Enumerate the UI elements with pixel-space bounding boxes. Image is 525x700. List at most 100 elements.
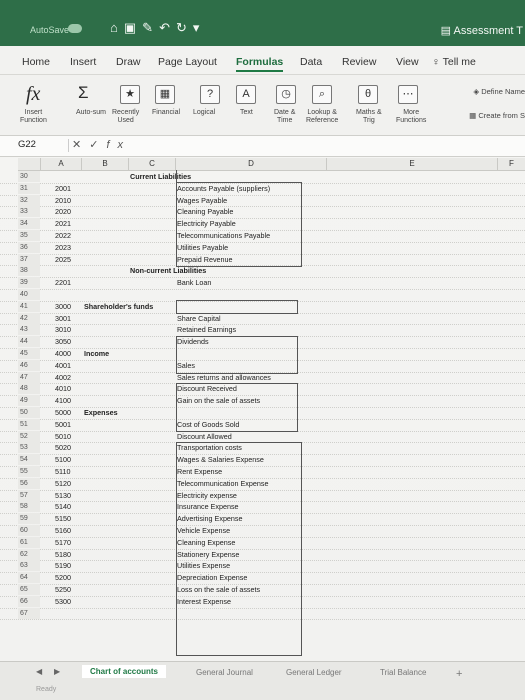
row-number[interactable]: 36 <box>18 241 40 253</box>
cell-a[interactable]: 5250 <box>55 584 71 595</box>
tab-home[interactable]: Home <box>22 56 50 68</box>
cell-a[interactable]: 2201 <box>55 277 71 288</box>
cell-d[interactable]: Bank Loan <box>177 277 211 288</box>
cell-b[interactable]: Shareholder's funds <box>84 301 153 312</box>
cell-a[interactable]: 4100 <box>55 395 71 406</box>
cell-a[interactable]: 2001 <box>55 183 71 194</box>
column-header-d[interactable]: D <box>176 158 327 171</box>
undo-icon[interactable]: ↶ <box>159 20 176 35</box>
lookup-icon[interactable]: ⌕ <box>312 85 332 104</box>
cell-a[interactable]: 5160 <box>55 525 71 536</box>
maths-trig-icon[interactable]: θ <box>358 85 378 104</box>
cell-a[interactable]: 5180 <box>55 549 71 560</box>
row-number[interactable]: 32 <box>18 194 40 206</box>
cell-a[interactable]: 5170 <box>55 537 71 548</box>
cell-a[interactable]: 5300 <box>55 596 71 607</box>
cell-b[interactable]: Income <box>84 348 109 359</box>
define-name-button[interactable]: ◈ Define Name <box>473 87 525 96</box>
name-box[interactable]: G22 <box>18 139 69 152</box>
date-time-icon[interactable]: ◷ <box>276 85 296 104</box>
select-all-corner[interactable] <box>18 158 41 171</box>
row-number[interactable]: 41 <box>18 300 40 312</box>
enter-icon[interactable]: ✓ <box>89 139 106 151</box>
row-number[interactable]: 54 <box>18 454 40 466</box>
prev-sheet-icon[interactable]: ◀ <box>36 667 42 676</box>
cell-a[interactable]: 5001 <box>55 419 71 430</box>
cell-a[interactable]: 4002 <box>55 372 71 383</box>
row-number[interactable]: 46 <box>18 359 40 371</box>
row-number[interactable]: 57 <box>18 489 40 501</box>
row-number[interactable]: 44 <box>18 336 40 348</box>
cell-a[interactable]: 3010 <box>55 324 71 335</box>
row-number[interactable]: 45 <box>18 348 40 359</box>
next-sheet-icon[interactable]: ▶ <box>54 667 60 676</box>
column-header-a[interactable]: A <box>41 158 82 171</box>
edit-icon[interactable]: ✎ <box>142 20 159 35</box>
row-number[interactable]: 64 <box>18 572 40 584</box>
cell-a[interactable]: 3001 <box>55 313 71 324</box>
cell-c[interactable]: Non-current Liabilities <box>130 265 206 276</box>
autosave-toggle[interactable] <box>68 24 82 33</box>
home-icon[interactable]: ⌂ <box>110 20 124 35</box>
tab-insert[interactable]: Insert <box>70 56 96 68</box>
row-number[interactable]: 61 <box>18 536 40 548</box>
row-number[interactable]: 40 <box>18 289 40 300</box>
create-from-selection-button[interactable]: ▦ Create from S <box>469 111 525 120</box>
cell-a[interactable]: 5140 <box>55 501 71 512</box>
tab-data[interactable]: Data <box>300 56 322 68</box>
cell-a[interactable]: 5010 <box>55 431 71 442</box>
row-number[interactable]: 37 <box>18 253 40 265</box>
add-sheet-icon[interactable]: + <box>456 668 462 680</box>
cell-a[interactable]: 2023 <box>55 242 71 253</box>
cell-a[interactable]: 3050 <box>55 336 71 347</box>
tab-view[interactable]: View <box>396 56 419 68</box>
row-number[interactable]: 34 <box>18 218 40 230</box>
row-number[interactable]: 47 <box>18 371 40 383</box>
row-number[interactable]: 53 <box>18 442 40 454</box>
cell-a[interactable]: 5020 <box>55 442 71 453</box>
row-number[interactable]: 58 <box>18 501 40 513</box>
cell-a[interactable]: 5120 <box>55 478 71 489</box>
sheet-tab-trial-balance[interactable]: Trial Balance <box>380 668 426 677</box>
row-number[interactable]: 30 <box>18 171 40 182</box>
cell-a[interactable]: 5200 <box>55 572 71 583</box>
row-number[interactable]: 50 <box>18 407 40 418</box>
row-number[interactable]: 33 <box>18 206 40 218</box>
row-number[interactable]: 43 <box>18 324 40 336</box>
cell-a[interactable]: 5150 <box>55 513 71 524</box>
cell-a[interactable]: 2021 <box>55 218 71 229</box>
cell-a[interactable]: 4010 <box>55 383 71 394</box>
cell-a[interactable]: 2020 <box>55 206 71 217</box>
cancel-icon[interactable]: ✕ <box>72 139 89 151</box>
column-header-f[interactable]: F <box>498 158 525 171</box>
cell-d[interactable]: Share Capital <box>177 313 221 324</box>
row-number[interactable]: 63 <box>18 560 40 572</box>
row-number[interactable]: 56 <box>18 477 40 489</box>
cell-a[interactable]: 3000 <box>55 301 71 312</box>
cell-d[interactable]: Discount Allowed <box>177 431 232 442</box>
tell-me[interactable]: ♀ Tell me <box>432 56 476 68</box>
row-number[interactable]: 39 <box>18 277 40 289</box>
insert-function-icon[interactable]: fx <box>26 83 40 105</box>
column-header-b[interactable]: B <box>82 158 129 171</box>
cell-a[interactable]: 5000 <box>55 407 71 418</box>
cell-a[interactable]: 4001 <box>55 360 71 371</box>
chevron-down-icon[interactable]: ▾ <box>193 20 206 35</box>
cell-b[interactable]: Expenses <box>84 407 118 418</box>
tab-page-layout[interactable]: Page Layout <box>158 56 217 68</box>
tab-draw[interactable]: Draw <box>116 56 141 68</box>
row-number[interactable]: 42 <box>18 312 40 324</box>
cell-a[interactable]: 5100 <box>55 454 71 465</box>
cell-a[interactable]: 4000 <box>55 348 71 359</box>
cell-a[interactable]: 5190 <box>55 560 71 571</box>
row-number[interactable]: 51 <box>18 418 40 430</box>
financial-icon[interactable]: ▦ <box>155 85 175 104</box>
autosum-icon[interactable]: Σ <box>78 83 89 105</box>
row-number[interactable]: 59 <box>18 513 40 525</box>
sheet-tab-chart-of-accounts[interactable]: Chart of accounts <box>82 665 167 678</box>
row-number[interactable]: 38 <box>18 265 40 277</box>
row-number[interactable]: 49 <box>18 395 40 407</box>
cell-d[interactable]: Retained Earnings <box>177 324 236 335</box>
row-number[interactable]: 48 <box>18 383 40 395</box>
cell-a[interactable]: 5130 <box>55 490 71 501</box>
